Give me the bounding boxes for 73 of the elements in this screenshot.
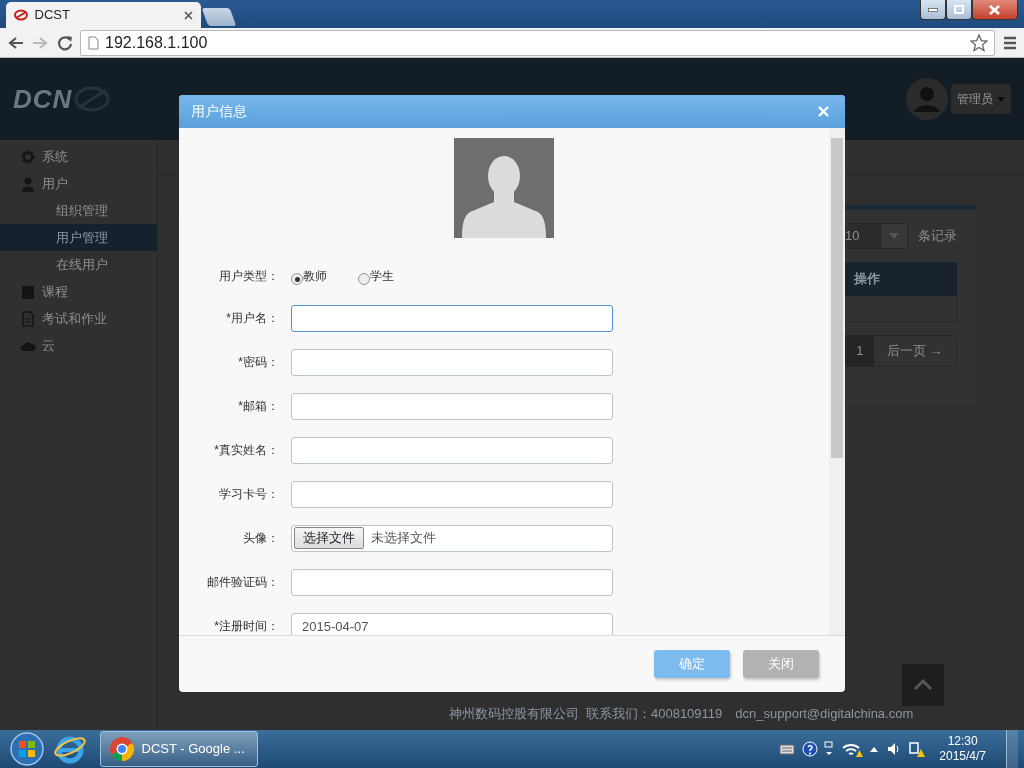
chevron-up-icon: [913, 679, 933, 691]
close-icon: [818, 106, 829, 117]
address-bar[interactable]: 192.168.1.100: [80, 29, 995, 56]
network-warning-icon[interactable]: [908, 740, 927, 758]
reload-icon[interactable]: [55, 33, 74, 52]
radio-option[interactable]: 学生: [358, 267, 425, 285]
radio-option[interactable]: 教师: [291, 267, 358, 285]
field-label: 头像：: [242, 530, 280, 547]
minimize-icon: [927, 7, 938, 12]
maximize-button[interactable]: [945, 0, 972, 20]
sidebar-subitem[interactable]: 用户管理: [0, 224, 157, 252]
book-icon: [19, 283, 36, 300]
logo: DCN: [13, 82, 73, 116]
show-desktop-button[interactable]: [1005, 730, 1018, 768]
volume-icon[interactable]: [885, 742, 902, 756]
browser-tab[interactable]: DCST: [6, 2, 201, 28]
windows-icon[interactable]: [824, 740, 835, 758]
field-label: *注册时间：: [213, 618, 280, 635]
field-label: 学习卡号：: [218, 486, 280, 503]
avatar-icon: [905, 78, 948, 120]
input-field[interactable]: [291, 304, 613, 332]
close-icon: [989, 4, 1000, 15]
field-label: *真实姓名：: [213, 442, 280, 459]
help-icon[interactable]: [801, 741, 818, 757]
taskbar-button[interactable]: DCST - Google ...: [100, 731, 258, 767]
caret-icon: [888, 233, 899, 239]
maximize-icon: [953, 5, 964, 14]
input-field[interactable]: [291, 348, 613, 376]
field-label: 用户类型：: [218, 268, 280, 285]
clock-date[interactable]: 2015/4/7: [939, 749, 986, 764]
keyboard-icon[interactable]: [779, 743, 796, 755]
field-label: *密码：: [237, 354, 280, 371]
expand-tray-icon[interactable]: [869, 745, 880, 753]
sidebar-item[interactable]: 课程: [0, 278, 157, 306]
caret-icon: [996, 96, 1005, 102]
input-field[interactable]: [291, 392, 613, 420]
page-number[interactable]: 1: [845, 336, 874, 366]
sidebar-subitem[interactable]: 组织管理: [0, 197, 157, 225]
person-icon: [19, 175, 36, 192]
sidebar-item[interactable]: 系统: [0, 143, 157, 171]
field-label: *邮箱：: [237, 398, 280, 415]
clock-time[interactable]: 12:30: [939, 734, 986, 749]
back-icon[interactable]: [6, 34, 25, 51]
sidebar-item[interactable]: 考试和作业: [0, 305, 157, 333]
gear-icon: [19, 148, 36, 165]
close-icon[interactable]: [184, 10, 193, 20]
user-menu[interactable]: 管理员: [950, 84, 1011, 114]
page-icon: [87, 35, 99, 50]
url-text: 192.168.1.100: [105, 32, 209, 53]
chrome-icon: [109, 736, 135, 762]
field-label: 邮件验证码：: [206, 574, 280, 591]
document-icon: [19, 310, 36, 327]
input-field[interactable]: 2015-04-07: [291, 612, 613, 635]
page-size-label: 条记录: [917, 227, 957, 246]
new-tab-button[interactable]: [201, 8, 237, 26]
scrollbar[interactable]: [829, 128, 845, 635]
email-link[interactable]: dcn_support@digitalchina.com: [735, 704, 914, 724]
field-label: *用户名：: [225, 310, 280, 327]
close-button[interactable]: [971, 0, 1018, 20]
file-input[interactable]: 选择文件 未选择文件: [291, 524, 613, 552]
input-field[interactable]: [291, 480, 613, 508]
minimize-button[interactable]: [919, 0, 946, 20]
input-field[interactable]: [291, 568, 613, 596]
star-icon[interactable]: [969, 33, 988, 52]
menu-icon[interactable]: [1001, 34, 1018, 51]
dialog-title: 用户信息: [191, 102, 247, 121]
tab-title: DCST: [34, 6, 71, 25]
footer-text: 神州数码控股有限公司 联系我们：4008109119: [448, 705, 723, 723]
sidebar-item[interactable]: 云: [0, 332, 157, 360]
sidebar-item[interactable]: 用户: [0, 170, 157, 198]
page-logo-icon: [14, 9, 28, 21]
input-field[interactable]: [291, 436, 613, 464]
sidebar-subitem[interactable]: 在线用户: [0, 251, 157, 279]
